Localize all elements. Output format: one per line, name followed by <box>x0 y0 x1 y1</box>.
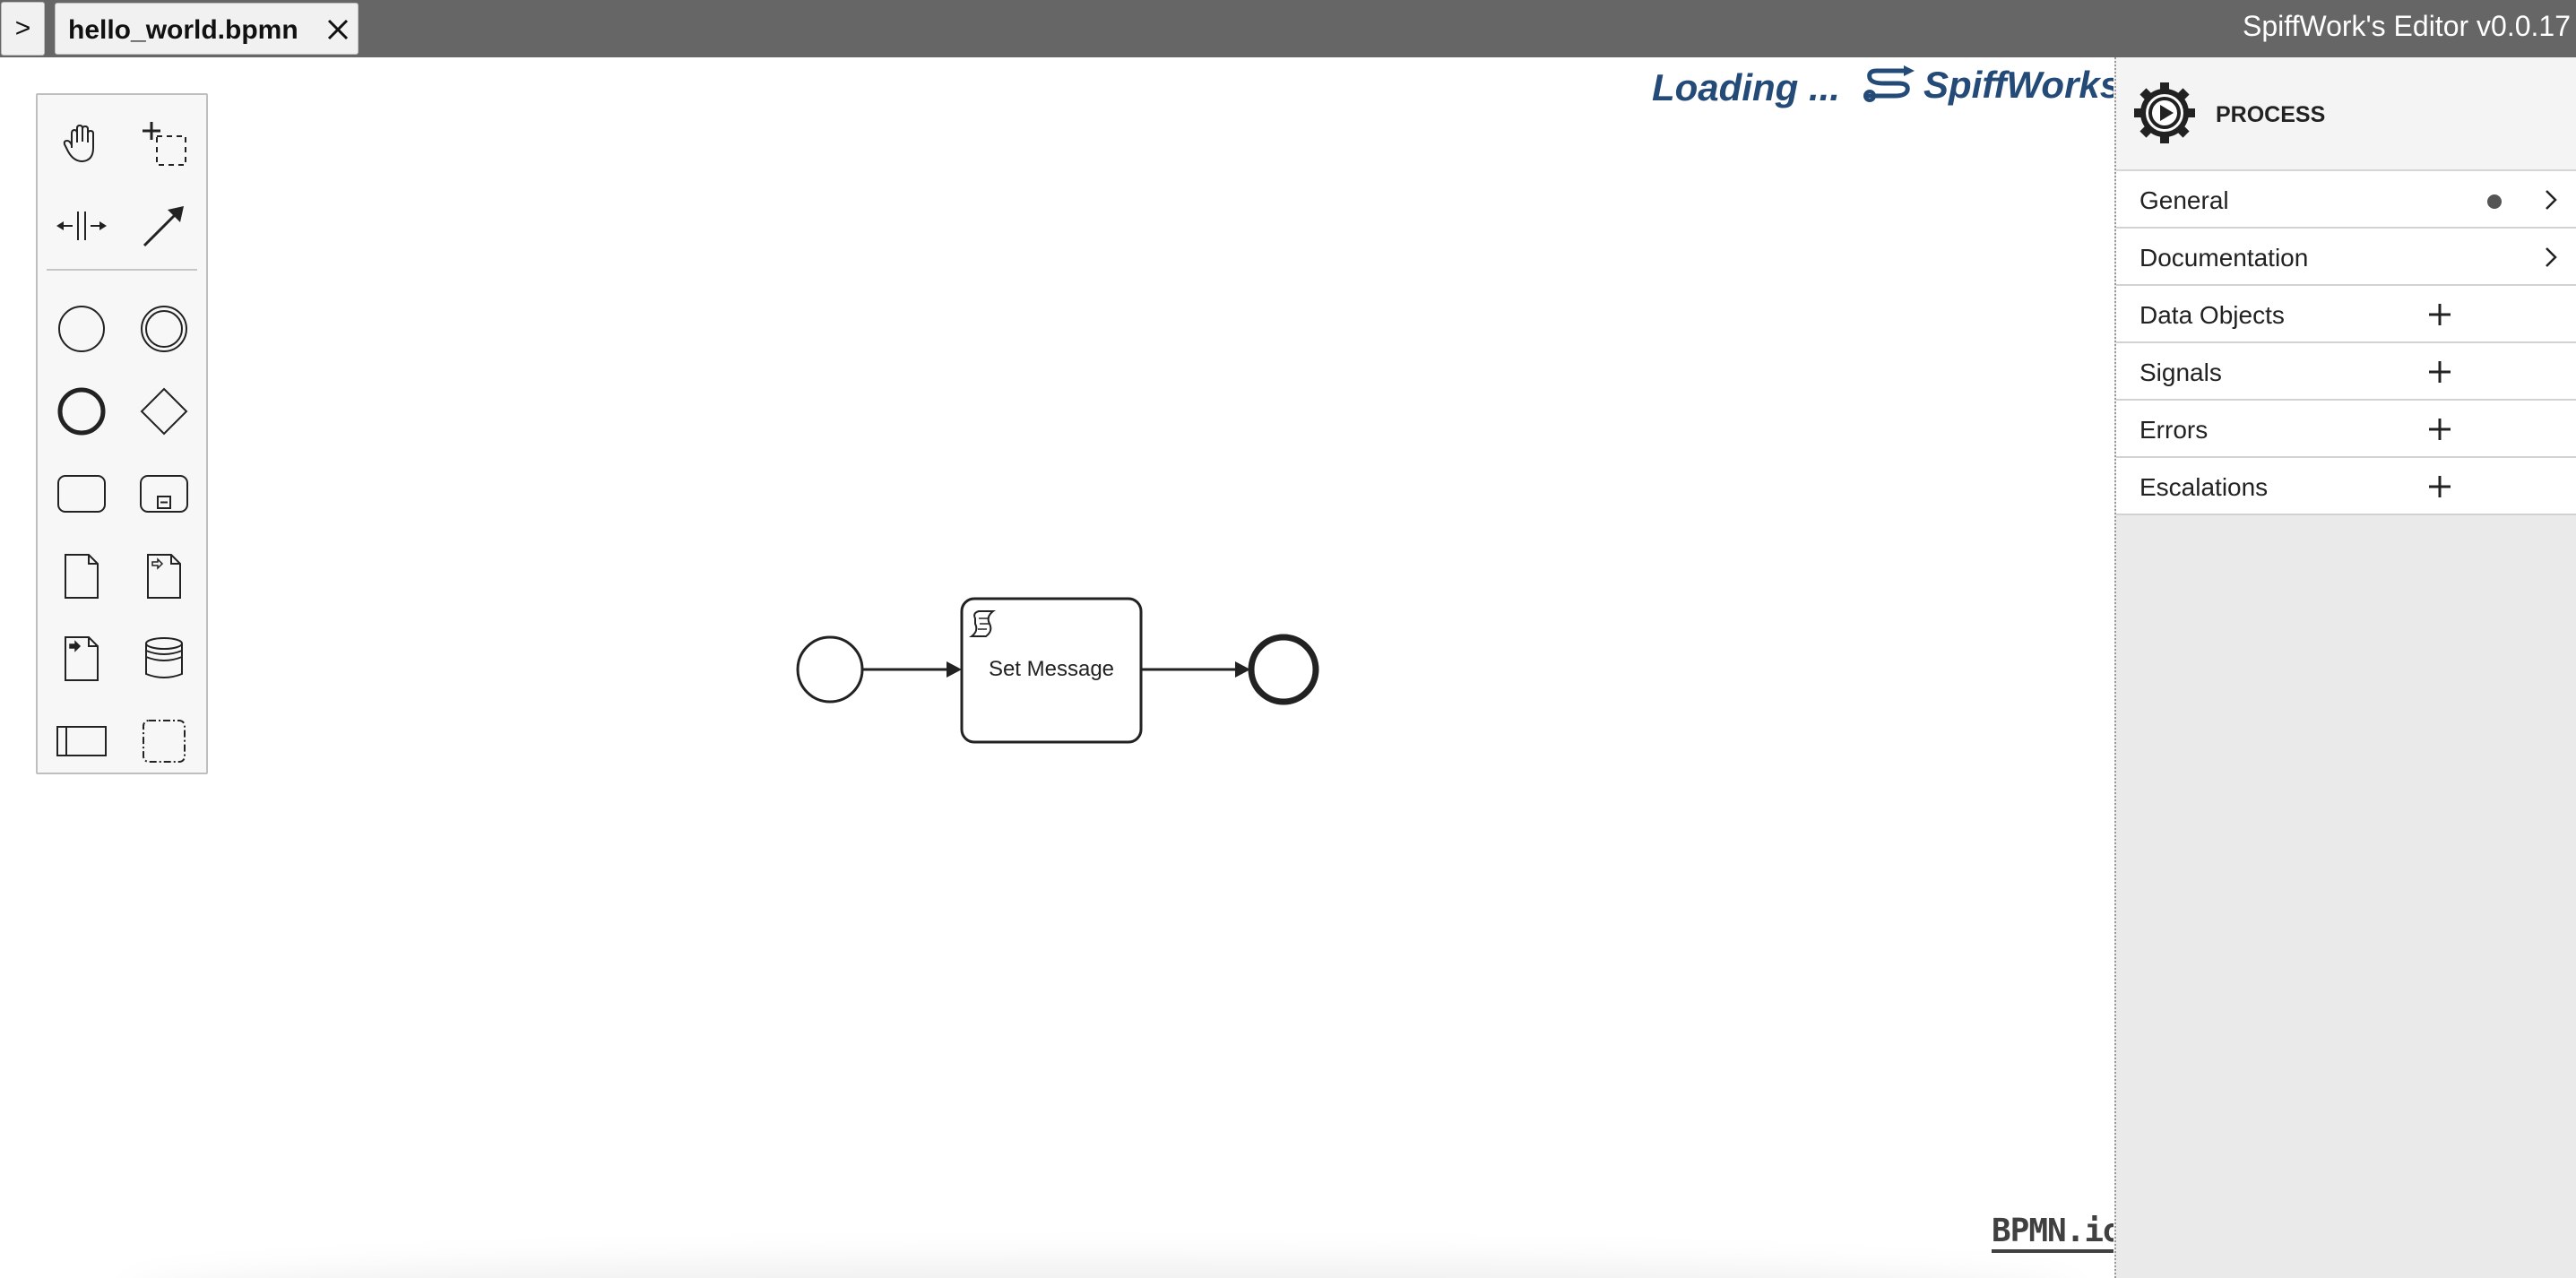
process-gear-icon <box>2134 82 2195 143</box>
end-event <box>1248 634 1319 705</box>
group-errors[interactable]: Errors <box>2116 401 2576 458</box>
diagram-canvas[interactable]: Loading ... SpiffWorks Set Message BPMN.… <box>0 57 2114 1278</box>
group-label: Errors <box>2139 416 2209 444</box>
start-event <box>796 635 864 704</box>
bpmn-io-watermark[interactable]: BPMN.io <box>1992 1215 2114 1253</box>
group-label: Documentation <box>2139 244 2309 272</box>
group-label: Signals <box>2139 358 2222 386</box>
group-signals[interactable]: Signals <box>2116 343 2576 401</box>
data-indicator-dot <box>2487 194 2502 209</box>
file-tab[interactable]: hello_world.bpmn <box>55 3 359 55</box>
file-tab-label: hello_world.bpmn <box>68 15 298 45</box>
group-label: Data Objects <box>2139 301 2285 329</box>
toggle-sidebar-button[interactable]: > <box>1 2 45 56</box>
add-icon[interactable] <box>2425 414 2455 445</box>
script-task-icon <box>969 610 996 637</box>
chevron-right-icon[interactable] <box>2537 186 2564 213</box>
add-icon[interactable] <box>2425 299 2455 330</box>
add-icon[interactable] <box>2425 471 2455 502</box>
app-title: SpiffWork's Editor v0.0.17 <box>2243 10 2571 42</box>
group-escalations[interactable]: Escalations <box>2116 458 2576 515</box>
group-documentation[interactable]: Documentation <box>2116 229 2576 286</box>
group-data-objects[interactable]: Data Objects <box>2116 286 2576 343</box>
chevron-right-icon[interactable] <box>2537 244 2564 271</box>
task-label: Set Message <box>988 657 1115 681</box>
panel-header: PROCESS <box>2116 57 2576 171</box>
add-icon[interactable] <box>2425 357 2455 387</box>
group-label: General <box>2139 186 2229 214</box>
close-icon[interactable] <box>326 18 350 41</box>
sequence-flow-2-arrow <box>1235 661 1250 678</box>
group-general[interactable]: General <box>2116 171 2576 229</box>
group-label: Escalations <box>2139 473 2269 501</box>
properties-panel: PROCESS General Documentation Data Objec… <box>2114 57 2576 1278</box>
top-bar: > hello_world.bpmn SpiffWork's Editor v0… <box>0 0 2576 57</box>
panel-title: PROCESS <box>2216 102 2326 127</box>
sequence-flow-1-arrow <box>947 661 962 678</box>
